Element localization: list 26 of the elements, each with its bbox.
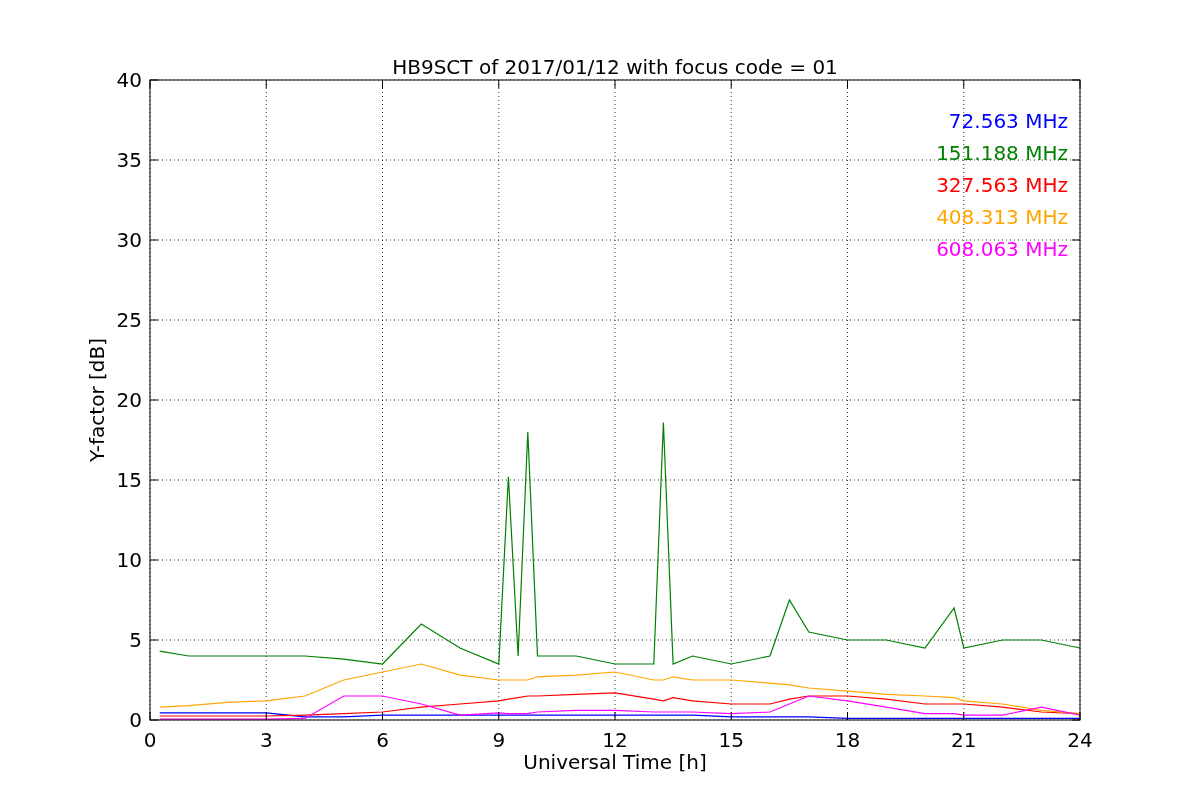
y-tick-label: 5	[129, 628, 142, 652]
y-tick-label: 30	[116, 228, 142, 252]
legend-label: 151.188 MHz	[936, 141, 1068, 165]
x-tick-label: 21	[951, 728, 977, 752]
y-tick-label: 25	[116, 308, 142, 332]
x-tick-label: 6	[376, 728, 389, 752]
x-axis-label: Universal Time [h]	[523, 750, 707, 774]
x-tick-label: 15	[718, 728, 744, 752]
y-tick-label: 15	[116, 468, 142, 492]
y-axis-label: Y-factor [dB]	[85, 338, 109, 462]
chart-title: HB9SCT of 2017/01/12 with focus code = 01	[392, 55, 838, 79]
x-tick-label: 12	[602, 728, 628, 752]
x-tick-label: 24	[1067, 728, 1093, 752]
legend-label: 72.563 MHz	[948, 109, 1068, 133]
x-tick-label: 3	[259, 728, 273, 752]
y-tick-label: 40	[116, 68, 142, 92]
legend-label: 408.313 MHz	[936, 205, 1068, 229]
legend-label: 327.563 MHz	[936, 173, 1068, 197]
x-tick-label: 18	[834, 728, 861, 752]
x-tick-label: 9	[492, 728, 506, 752]
y-tick-label: 35	[116, 148, 142, 172]
legend-label: 608.063 MHz	[936, 237, 1068, 261]
y-tick-label: 20	[116, 388, 142, 412]
x-tick-label: 0	[143, 728, 157, 752]
y-tick-label: 0	[129, 708, 142, 732]
y-tick-label: 10	[116, 548, 142, 572]
